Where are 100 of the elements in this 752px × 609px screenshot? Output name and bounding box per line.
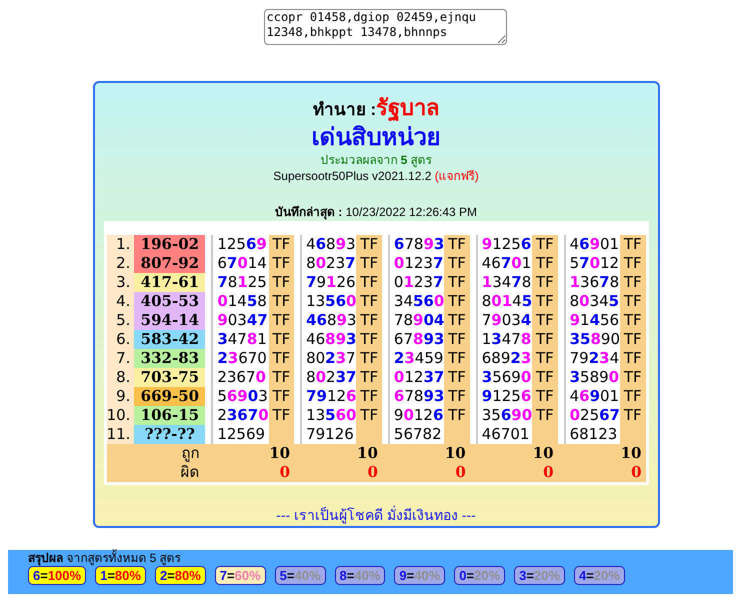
number-text: 56782 [394, 425, 442, 443]
tf-label: TF [360, 387, 378, 405]
free-tag: (แจกฟรี) [434, 168, 479, 184]
tf-label: TF [272, 311, 290, 329]
number-text: 13478 [482, 273, 532, 291]
tf-label: TF [360, 254, 378, 272]
row-index: 1. [106, 235, 134, 254]
row-index: 6. [106, 330, 134, 349]
row-index: 9. [106, 387, 134, 406]
number-text: 90126 [394, 406, 444, 424]
tf-label: TF [448, 254, 466, 272]
correct-count: 10 [532, 444, 554, 462]
correct-count: 10 [357, 444, 378, 462]
number-text: 68123 [570, 425, 618, 443]
tf-label: TF [536, 368, 554, 386]
result-number: 703-75 [134, 368, 206, 387]
tf-label: TF [624, 406, 642, 424]
number-text: 79126 [306, 273, 356, 291]
motto-text: --- เราเป็นผู้โชคดี มั่งมีเงินทอง --- [276, 505, 476, 526]
row-index: 10. [106, 406, 134, 425]
row-index: 4. [106, 292, 134, 311]
tf-label: TF [624, 368, 642, 386]
number-text: 78125 [217, 273, 267, 291]
percent-badge: 2=80% [154, 566, 206, 585]
number-text: 35890 [570, 368, 620, 386]
number-text: 80345 [570, 292, 620, 310]
wrong-count: 0 [631, 463, 642, 481]
footer-label: ถูก [181, 444, 200, 462]
tf-label: TF [448, 235, 466, 253]
version-text: Supersootr50Plus v2021.12.2 [273, 168, 432, 184]
number-text: 35690 [482, 406, 532, 424]
tf-label: TF [624, 292, 642, 310]
subtitle-text: ประมวลผลจาก 5 สูตร [320, 152, 432, 168]
tf-label: TF [272, 368, 290, 386]
percent-badge: 9=40% [394, 566, 446, 585]
correct-count: 10 [269, 444, 290, 462]
row-index: 7. [106, 349, 134, 368]
number-text: 35690 [482, 368, 532, 386]
tf-label: TF [448, 368, 466, 386]
tf-label: TF [272, 292, 290, 310]
number-text: 46701 [482, 254, 532, 272]
number-text: 90347 [217, 311, 268, 329]
tf-label: TF [448, 349, 466, 367]
result-number: 583-42 [134, 330, 206, 349]
tf-label: TF [624, 235, 642, 253]
number-text: 13560 [306, 292, 356, 310]
percent-badge: 0=20% [454, 566, 506, 585]
number-text: 79126 [306, 425, 354, 443]
number-text: 46701 [482, 425, 530, 443]
tf-label: TF [448, 387, 466, 405]
text-area-field[interactable]: ccopr 01458,dgiop 02459,ejnqu 12348,bhkppt 13478,bhnnps [264, 9, 506, 45]
percent-badge: 4=20% [574, 566, 625, 585]
result-number: 196-02 [134, 235, 206, 254]
tf-label: TF [624, 349, 642, 367]
number-text: 91456 [570, 311, 620, 329]
correct-count: 10 [620, 444, 642, 462]
tf-label: TF [272, 330, 290, 348]
tf-label: TF [272, 273, 290, 291]
tf-label: TF [360, 368, 378, 386]
result-number: ???-?? [134, 425, 206, 444]
row-index: 11. [106, 425, 134, 444]
wrong-count: 0 [455, 463, 466, 481]
number-text: 23459 [394, 349, 444, 367]
number-text: 46893 [306, 311, 356, 329]
number-text: 01237 [394, 368, 444, 386]
number-text: 46901 [570, 235, 620, 253]
tf-label: TF [448, 406, 466, 424]
tf-label: TF [536, 349, 554, 367]
tf-label: TF [536, 330, 554, 348]
wrong-count: 0 [280, 463, 290, 481]
number-text: 80237 [306, 254, 356, 272]
result-number: 807-92 [134, 254, 206, 273]
percent-badge: 3=20% [514, 566, 565, 585]
tf-label: TF [536, 254, 554, 272]
number-text: 91256 [482, 235, 532, 253]
number-text: 68923 [482, 349, 532, 367]
row-index: 5. [106, 311, 134, 330]
tf-label: TF [536, 311, 554, 329]
tf-label: TF [536, 273, 554, 291]
wrong-count: 0 [367, 463, 378, 481]
result-number: 405-53 [134, 292, 206, 311]
tf-label: TF [272, 349, 290, 367]
number-text: 67893 [394, 387, 444, 405]
predict-label: ทำนาย : [312, 99, 376, 121]
tf-label: TF [624, 254, 642, 272]
tf-label: TF [360, 330, 378, 348]
number-text: 78904 [394, 311, 444, 329]
footer-label: ผิด [180, 463, 200, 481]
tf-label: TF [360, 349, 378, 367]
tf-label: TF [448, 330, 466, 348]
row-index: 8. [106, 368, 134, 387]
number-text: 12569 [217, 235, 267, 253]
tf-label: TF [360, 235, 378, 253]
result-number: 417-61 [134, 273, 206, 292]
number-text: 79234 [570, 349, 620, 367]
predict-value: รัฐบาล [376, 94, 440, 124]
number-text: 35890 [570, 330, 620, 348]
tf-label: TF [624, 311, 642, 329]
tf-label: TF [360, 311, 378, 329]
tf-label: TF [360, 273, 378, 291]
